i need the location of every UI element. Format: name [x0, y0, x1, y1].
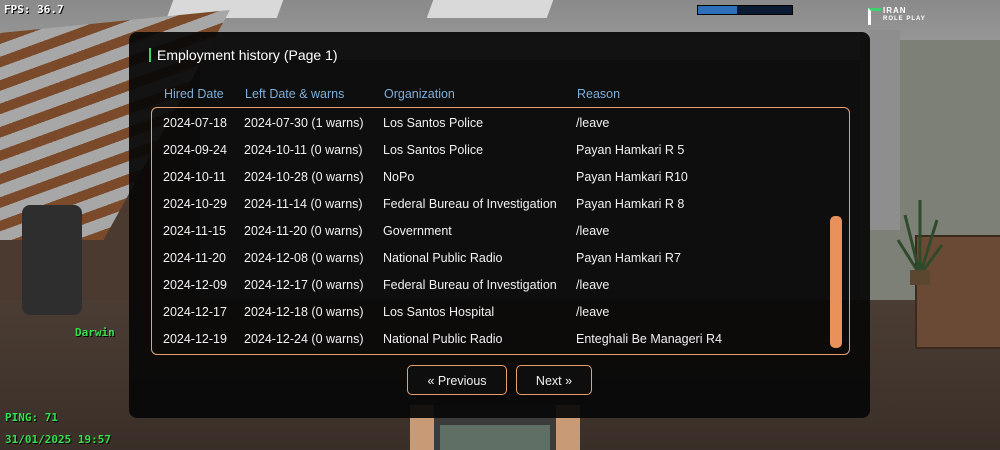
cell-hired-date: 2024-07-18 — [163, 116, 227, 130]
cell-reason: /leave — [576, 116, 610, 130]
barrel — [22, 205, 82, 315]
cell-reason: Payan Hamkari R7 — [576, 251, 681, 265]
status-bar — [697, 5, 793, 15]
cell-reason: Payan Hamkari R 5 — [576, 143, 685, 157]
cell-left-date: 2024-12-18 (0 warns) — [244, 305, 364, 319]
scrollbar-thumb[interactable] — [830, 216, 842, 348]
player-legs — [440, 425, 550, 450]
table-row[interactable]: 2024-07-18 2024-07-30 (1 warns) Los Santos… — [152, 110, 842, 137]
server-logo: IRAN ROLE PLAY — [868, 6, 938, 26]
cell-left-date: 2024-12-24 (0 warns) — [244, 332, 364, 346]
cell-organization: Los Santos Police — [383, 143, 484, 157]
cell-hired-date: 2024-12-19 — [163, 332, 227, 346]
logo-line1: IRAN — [883, 6, 907, 15]
dialog-title-text: Employment history (Page 1) — [157, 47, 338, 63]
logo-mark-icon — [868, 8, 881, 25]
cell-organization: Federal Bureau of Investigation — [383, 197, 557, 211]
cell-organization: Los Santos Hospital — [383, 305, 495, 319]
table-row[interactable]: 2024-10-29 2024-11-14 (0 warns) Federal Bu… — [152, 191, 842, 218]
column-header-organization: Organization — [384, 87, 455, 101]
cell-left-date: 2024-10-28 (0 warns) — [244, 170, 364, 184]
dialog-title: Employment history (Page 1) — [149, 47, 338, 63]
cell-hired-date: 2024-11-15 — [163, 224, 227, 238]
fps-counter: FPS: 36.7 — [4, 3, 64, 16]
scrollbar-track[interactable] — [830, 112, 842, 348]
cell-organization: Government — [383, 224, 452, 238]
previous-page-button[interactable]: « Previous — [407, 365, 507, 395]
status-bar-fill — [698, 6, 737, 14]
cell-hired-date: 2024-12-09 — [163, 278, 227, 292]
table-row[interactable]: 2024-11-20 2024-12-08 (0 warns) National P… — [152, 245, 842, 272]
cell-left-date: 2024-12-08 (0 warns) — [244, 251, 364, 265]
column-header-reason: Reason — [577, 87, 621, 101]
cell-reason: /leave — [576, 305, 610, 319]
cell-organization: National Public Radio — [383, 332, 503, 346]
cell-left-date: 2024-07-30 (1 warns) — [244, 116, 364, 130]
column-header-hired-date: Hired Date — [164, 87, 224, 101]
employment-history-dialog: Employment history (Page 1) Hired Date L… — [129, 32, 870, 418]
cell-reason: Payan Hamkari R10 — [576, 170, 688, 184]
table-row[interactable]: 2024-12-17 2024-12-18 (0 warns) Los Santos… — [152, 299, 842, 326]
potted-plant — [896, 200, 944, 285]
cell-left-date: 2024-11-20 (0 warns) — [244, 224, 363, 238]
cell-hired-date: 2024-09-24 — [163, 143, 227, 157]
table-row[interactable]: 2024-12-09 2024-12-17 (0 warns) Federal Bu… — [152, 272, 842, 299]
cell-reason: /leave — [576, 224, 610, 238]
logo-line2: ROLE PLAY — [883, 16, 926, 22]
player-nametag: Darwin — [75, 326, 115, 339]
cell-hired-date: 2024-10-11 — [163, 170, 227, 184]
table-row[interactable]: 2024-09-24 2024-10-11 (0 warns) Los Santos… — [152, 137, 842, 164]
cell-reason: Payan Hamkari R 8 — [576, 197, 685, 211]
history-list[interactable]: 2024-07-18 2024-07-30 (1 warns) Los Santos… — [151, 107, 850, 355]
cell-organization: Los Santos Police — [383, 116, 484, 130]
title-accent — [149, 48, 151, 62]
cell-reason: /leave — [576, 278, 610, 292]
cell-organization: NoPo — [383, 170, 415, 184]
cell-left-date: 2024-11-14 (0 warns) — [244, 197, 363, 211]
table-row[interactable]: 2024-11-15 2024-11-20 (0 warns) Government… — [152, 218, 842, 245]
table-row[interactable]: 2024-10-11 2024-10-28 (0 warns) NoPo Payan … — [152, 164, 842, 191]
cell-organization: Federal Bureau of Investigation — [383, 278, 557, 292]
next-page-button[interactable]: Next » — [516, 365, 592, 395]
cell-left-date: 2024-10-11 (0 warns) — [244, 143, 363, 157]
cell-hired-date: 2024-11-20 — [163, 251, 227, 265]
table-row[interactable]: 2024-12-19 2024-12-24 (0 warns) National P… — [152, 326, 842, 353]
ping-display: PING: 71 — [5, 411, 58, 424]
cell-reason: Enteghali Be Manageri R4 — [576, 332, 722, 346]
cell-hired-date: 2024-12-17 — [163, 305, 227, 319]
datetime-display: 31/01/2025 19:57 — [5, 433, 111, 446]
column-header-left-date: Left Date & warns — [245, 87, 345, 101]
cell-left-date: 2024-12-17 (0 warns) — [244, 278, 364, 292]
cell-organization: National Public Radio — [383, 251, 503, 265]
ceiling-light — [426, 0, 554, 18]
cell-hired-date: 2024-10-29 — [163, 197, 227, 211]
